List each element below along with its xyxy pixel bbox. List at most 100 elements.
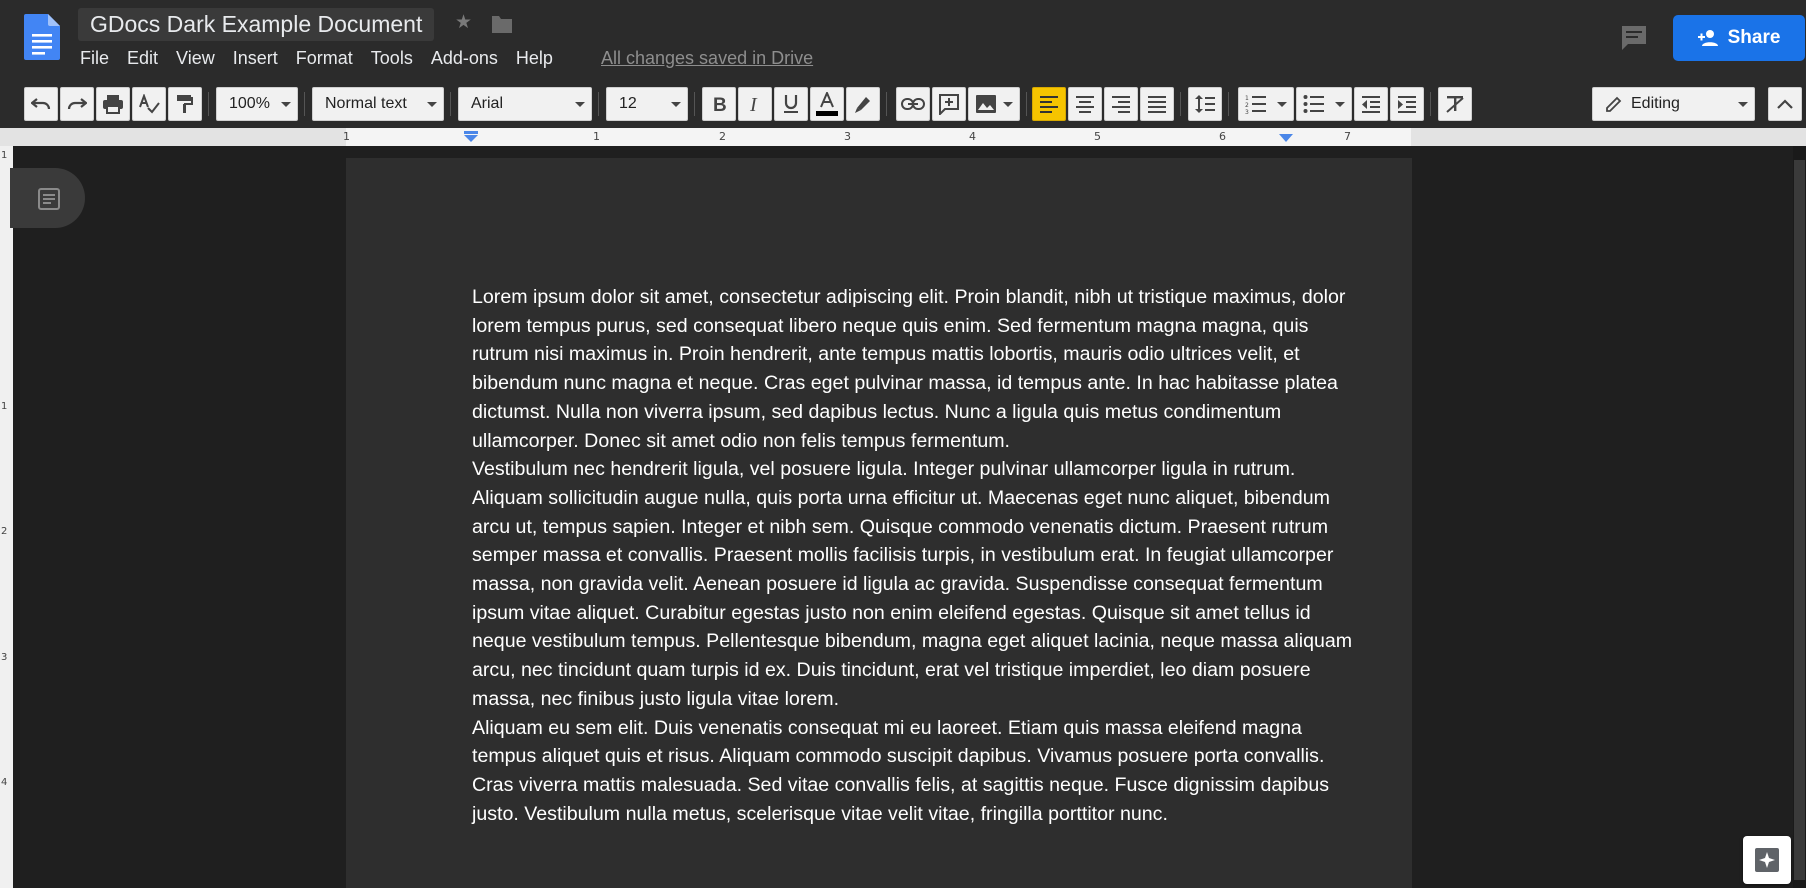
paint-format-button[interactable] bbox=[168, 87, 202, 121]
vruler-number: 1 bbox=[1, 150, 8, 161]
toolbar-divider bbox=[1228, 92, 1229, 116]
vruler-number: 1 bbox=[1, 401, 8, 412]
ruler-number: 7 bbox=[1344, 130, 1351, 143]
left-indent-marker-icon[interactable] bbox=[462, 131, 480, 143]
highlighter-icon bbox=[855, 97, 870, 113]
menu-help[interactable]: Help bbox=[516, 46, 553, 70]
menu-edit[interactable]: Edit bbox=[127, 46, 158, 70]
align-center-icon bbox=[1076, 96, 1094, 113]
add-comment-button[interactable] bbox=[932, 87, 966, 121]
chevron-down-icon bbox=[1738, 102, 1748, 107]
menu-file[interactable]: File bbox=[80, 46, 109, 70]
numbered-list-button[interactable]: 123 bbox=[1238, 87, 1294, 121]
document-title[interactable]: GDocs Dark Example Document bbox=[78, 8, 435, 41]
vruler-number: 3 bbox=[1, 652, 8, 663]
image-icon bbox=[976, 95, 996, 113]
redo-button[interactable] bbox=[60, 87, 94, 121]
star-icon[interactable]: ★ bbox=[455, 12, 475, 34]
right-indent-marker-icon[interactable] bbox=[1278, 133, 1294, 143]
highlight-button[interactable] bbox=[846, 87, 880, 121]
style-value: Normal text bbox=[325, 95, 407, 112]
paragraph[interactable]: Aliquam eu sem elit. Duis venenatis cons… bbox=[472, 714, 1367, 829]
menu-insert[interactable]: Insert bbox=[233, 46, 278, 70]
spellcheck-button[interactable] bbox=[132, 87, 166, 121]
style-select[interactable]: Normal text bbox=[312, 87, 444, 121]
editing-mode-value: Editing bbox=[1631, 95, 1680, 112]
clear-formatting-icon bbox=[1446, 96, 1464, 113]
svg-text:2: 2 bbox=[1245, 102, 1249, 109]
italic-button[interactable]: I bbox=[738, 87, 772, 121]
justify-button[interactable] bbox=[1140, 87, 1174, 121]
add-comment-icon bbox=[939, 94, 959, 115]
svg-text:B: B bbox=[713, 95, 727, 113]
ruler-page-area bbox=[346, 128, 1411, 146]
document-outline-button[interactable] bbox=[10, 168, 85, 228]
zoom-value: 100% bbox=[229, 95, 270, 112]
decrease-indent-icon bbox=[1362, 96, 1380, 113]
comment-icon[interactable] bbox=[1620, 24, 1648, 52]
save-status[interactable]: All changes saved in Drive bbox=[601, 46, 813, 70]
horizontal-ruler[interactable]: 1 1 2 3 4 5 6 7 bbox=[0, 128, 1806, 146]
clear-formatting-button[interactable] bbox=[1438, 87, 1472, 121]
hide-menus-button[interactable] bbox=[1768, 87, 1802, 121]
editing-mode-select[interactable]: Editing bbox=[1592, 87, 1755, 121]
text-color-button[interactable] bbox=[810, 87, 844, 121]
chevron-down-icon bbox=[281, 102, 291, 107]
decrease-indent-button[interactable] bbox=[1354, 87, 1388, 121]
line-spacing-button[interactable] bbox=[1188, 87, 1222, 121]
paragraph[interactable]: Lorem ipsum dolor sit amet, consectetur … bbox=[472, 283, 1367, 455]
bulleted-list-button[interactable] bbox=[1296, 87, 1352, 121]
chevron-down-icon bbox=[1277, 102, 1287, 107]
svg-text:3: 3 bbox=[1245, 109, 1249, 114]
scrollbar-thumb[interactable] bbox=[1794, 160, 1805, 880]
vruler-number: 4 bbox=[1, 777, 8, 788]
menu-addons[interactable]: Add-ons bbox=[431, 46, 498, 70]
underline-icon bbox=[784, 95, 798, 113]
toolbar: 100% Normal text Arial 12 B I 1 2 3 Edit… bbox=[0, 80, 1806, 128]
ruler-number: 4 bbox=[969, 130, 976, 143]
chevron-down-icon bbox=[1335, 102, 1345, 107]
underline-button[interactable] bbox=[774, 87, 808, 121]
align-left-icon bbox=[1040, 96, 1058, 113]
vruler-number: 2 bbox=[1, 526, 8, 537]
chevron-down-icon bbox=[1003, 102, 1013, 107]
font-select[interactable]: Arial bbox=[458, 87, 592, 121]
vertical-ruler[interactable]: 1 1 2 3 4 bbox=[0, 146, 13, 888]
chevron-down-icon bbox=[671, 102, 681, 107]
explore-icon bbox=[1755, 848, 1779, 872]
app-header: GDocs Dark Example Document ★ File Edit … bbox=[0, 0, 1806, 80]
ruler-number: 1 bbox=[593, 130, 600, 143]
explore-button[interactable] bbox=[1743, 836, 1791, 884]
share-label: Share bbox=[1727, 27, 1781, 48]
undo-icon bbox=[31, 98, 51, 110]
menu-tools[interactable]: Tools bbox=[371, 46, 413, 70]
align-center-button[interactable] bbox=[1068, 87, 1102, 121]
menu-bar: File Edit View Insert Format Tools Add-o… bbox=[80, 46, 571, 70]
ruler-number: 2 bbox=[719, 130, 726, 143]
ruler-number: 6 bbox=[1219, 130, 1226, 143]
print-icon bbox=[103, 95, 123, 114]
font-size-value: 12 bbox=[619, 95, 637, 112]
paragraph[interactable]: Vestibulum nec hendrerit ligula, vel pos… bbox=[472, 455, 1367, 713]
share-button[interactable]: Share bbox=[1673, 15, 1805, 61]
font-size-select[interactable]: 12 bbox=[606, 87, 688, 121]
menu-format[interactable]: Format bbox=[296, 46, 353, 70]
line-spacing-icon bbox=[1195, 95, 1215, 113]
bold-button[interactable]: B bbox=[702, 87, 736, 121]
folder-icon[interactable] bbox=[491, 14, 513, 34]
undo-button[interactable] bbox=[24, 87, 58, 121]
menu-view[interactable]: View bbox=[176, 46, 215, 70]
document-body[interactable]: Lorem ipsum dolor sit amet, consectetur … bbox=[472, 283, 1367, 828]
align-right-button[interactable] bbox=[1104, 87, 1138, 121]
docs-logo-icon[interactable] bbox=[24, 14, 60, 60]
zoom-select[interactable]: 100% bbox=[216, 87, 298, 121]
toolbar-divider bbox=[1180, 92, 1181, 116]
paint-format-icon bbox=[177, 95, 193, 113]
align-left-button[interactable] bbox=[1032, 87, 1066, 121]
insert-link-button[interactable] bbox=[896, 87, 930, 121]
spellcheck-icon bbox=[139, 94, 160, 114]
text-color-icon bbox=[816, 92, 838, 116]
insert-image-button[interactable] bbox=[968, 87, 1020, 121]
increase-indent-button[interactable] bbox=[1390, 87, 1424, 121]
print-button[interactable] bbox=[96, 87, 130, 121]
